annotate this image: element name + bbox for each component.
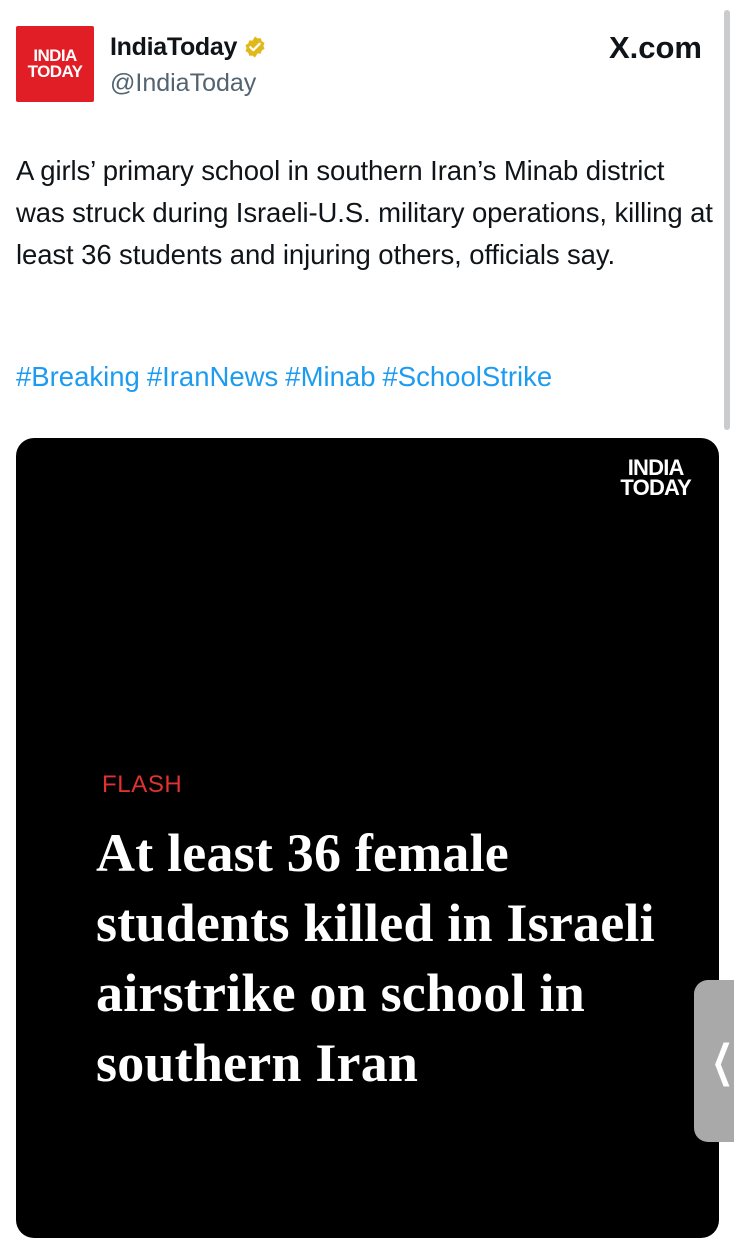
x-com-link[interactable]: X.com: [609, 30, 702, 66]
tweet-text: A girls’ primary school in southern Iran…: [16, 155, 713, 270]
hashtag-irannews[interactable]: #IranNews: [147, 361, 278, 392]
verified-icon: [243, 35, 267, 59]
account-handle[interactable]: @IndiaToday: [110, 68, 256, 98]
avatar-text-today: TODAY: [27, 62, 83, 81]
account-name-row: IndiaToday: [110, 32, 267, 62]
scrollbar[interactable]: [724, 10, 730, 430]
hashtag-list: #Breaking #IranNews #Minab #SchoolStrike: [16, 356, 559, 398]
hashtag-schoolstrike[interactable]: #SchoolStrike: [383, 361, 553, 392]
hashtag-minab[interactable]: #Minab: [285, 361, 375, 392]
hashtag-breaking[interactable]: #Breaking: [16, 361, 140, 392]
x-com-label: X.com: [608, 30, 702, 65]
chevron-left-icon: ❮: [711, 1035, 734, 1087]
display-name[interactable]: IndiaToday: [110, 32, 237, 62]
avatar[interactable]: INDIA TODAY: [16, 26, 94, 102]
india-today-logo: INDIA TODAY: [620, 457, 691, 500]
logo-text-today: TODAY: [620, 475, 691, 500]
flash-label: FLASH: [102, 771, 183, 798]
media-card[interactable]: INDIA TODAY FLASH At least 36 female stu…: [16, 438, 719, 1238]
headline: At least 36 female students killed in Is…: [96, 823, 655, 1093]
side-panel-handle[interactable]: ❮: [694, 980, 734, 1142]
